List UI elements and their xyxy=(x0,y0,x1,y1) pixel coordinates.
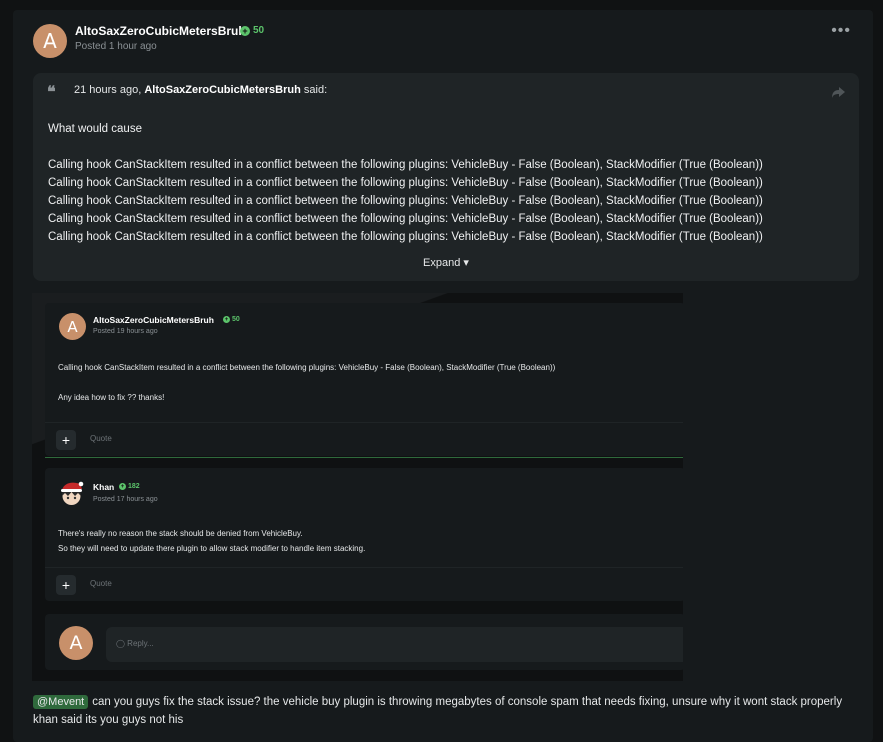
expand-button[interactable]: Expand ▾ xyxy=(33,256,859,269)
screenshot-reputation-badge: + 182 xyxy=(119,483,140,490)
screenshot-reputation: 182 xyxy=(128,483,140,490)
screenshot-timestamp: Posted 19 hours ago xyxy=(93,328,158,335)
quote-line: What would cause xyxy=(48,123,142,135)
more-options-icon[interactable]: ••• xyxy=(831,22,851,40)
quote-block: ❝ 21 hours ago, AltoSaxZeroCubicMetersBr… xyxy=(33,73,859,281)
mention-tag[interactable]: @Mevent xyxy=(33,695,89,709)
screenshot-line: So they will need to update there plugin… xyxy=(58,544,366,553)
screenshot-reputation: 50 xyxy=(232,316,240,323)
share-arrow-icon[interactable] xyxy=(832,87,845,98)
quote-line: Calling hook CanStackItem resulted in a … xyxy=(48,159,763,171)
author-name[interactable]: AltoSaxZeroCubicMetersBruh xyxy=(75,24,246,38)
plus-icon: + xyxy=(223,316,230,323)
quote-line: Calling hook CanStackItem resulted in a … xyxy=(48,213,763,225)
screenshot-post-footer: + Quote xyxy=(45,567,683,601)
screenshot-reply-input: ◯ Reply... xyxy=(106,627,683,662)
screenshot-avatar: A xyxy=(59,313,86,340)
screenshot-author: AltoSaxZeroCubicMetersBruh xyxy=(93,315,214,325)
embedded-screenshot: A AltoSaxZeroCubicMetersBruh + 50 Posted… xyxy=(32,293,683,681)
plus-icon: + xyxy=(240,25,250,36)
author-avatar[interactable]: A xyxy=(33,24,67,58)
quote-line: Calling hook CanStackItem resulted in a … xyxy=(48,177,763,189)
screenshot-reply-avatar: A xyxy=(59,626,93,660)
screenshot-quote-link: Quote xyxy=(90,579,112,588)
post-card: A AltoSaxZeroCubicMetersBruh + 50 Posted… xyxy=(13,10,873,742)
quote-body: What would cause Calling hook CanStackIt… xyxy=(48,120,848,246)
screenshot-reputation-badge: + 50 xyxy=(223,316,240,323)
screenshot-line: Any idea how to fix ?? thanks! xyxy=(58,393,165,402)
screenshot-quote-link: Quote xyxy=(90,434,112,443)
quote-time[interactable]: 21 hours ago, xyxy=(74,84,141,96)
screenshot-reply-box: A ◯ Reply... xyxy=(45,614,683,670)
reputation-count: 50 xyxy=(253,25,265,36)
quote-line: Calling hook CanStackItem resulted in a … xyxy=(48,195,763,207)
screenshot-post-second: Khan + 182 Posted 17 hours ago There's r… xyxy=(45,468,683,601)
screenshot-line: Calling hook CanStackItem resulted in a … xyxy=(58,363,556,372)
post-timestamp[interactable]: Posted 1 hour ago xyxy=(75,41,157,52)
khan-avatar xyxy=(61,481,84,505)
screenshot-post-body: There's really no reason the stack shoul… xyxy=(58,526,365,556)
quote-said: said: xyxy=(303,84,328,96)
reputation-badge: + 50 xyxy=(240,25,264,36)
quote-line: Calling hook CanStackItem resulted in a … xyxy=(48,231,763,243)
screenshot-divider xyxy=(45,457,683,458)
screenshot-post-body: Calling hook CanStackItem resulted in a … xyxy=(58,360,555,405)
screenshot-add-button: + xyxy=(56,430,76,450)
screenshot-add-button: + xyxy=(56,575,76,595)
quote-attribution: 21 hours ago, AltoSaxZeroCubicMetersBruh… xyxy=(74,84,327,96)
screenshot-post-first: A AltoSaxZeroCubicMetersBruh + 50 Posted… xyxy=(45,303,683,456)
quote-author[interactable]: AltoSaxZeroCubicMetersBruh xyxy=(144,84,300,96)
screenshot-author: Khan xyxy=(93,482,115,492)
post-message: @Mevent can you guys fix the stack issue?… xyxy=(33,693,873,729)
plus-icon: + xyxy=(119,483,126,490)
screenshot-post-footer: + Quote xyxy=(45,422,683,456)
message-line-2: khan said its you guys not his xyxy=(33,714,184,726)
message-line-1: can you guys fix the stack issue? the ve… xyxy=(92,696,843,708)
screenshot-line: There's really no reason the stack shoul… xyxy=(58,529,303,538)
quote-mark-icon: ❝ xyxy=(47,82,56,101)
screenshot-timestamp: Posted 17 hours ago xyxy=(93,496,158,503)
